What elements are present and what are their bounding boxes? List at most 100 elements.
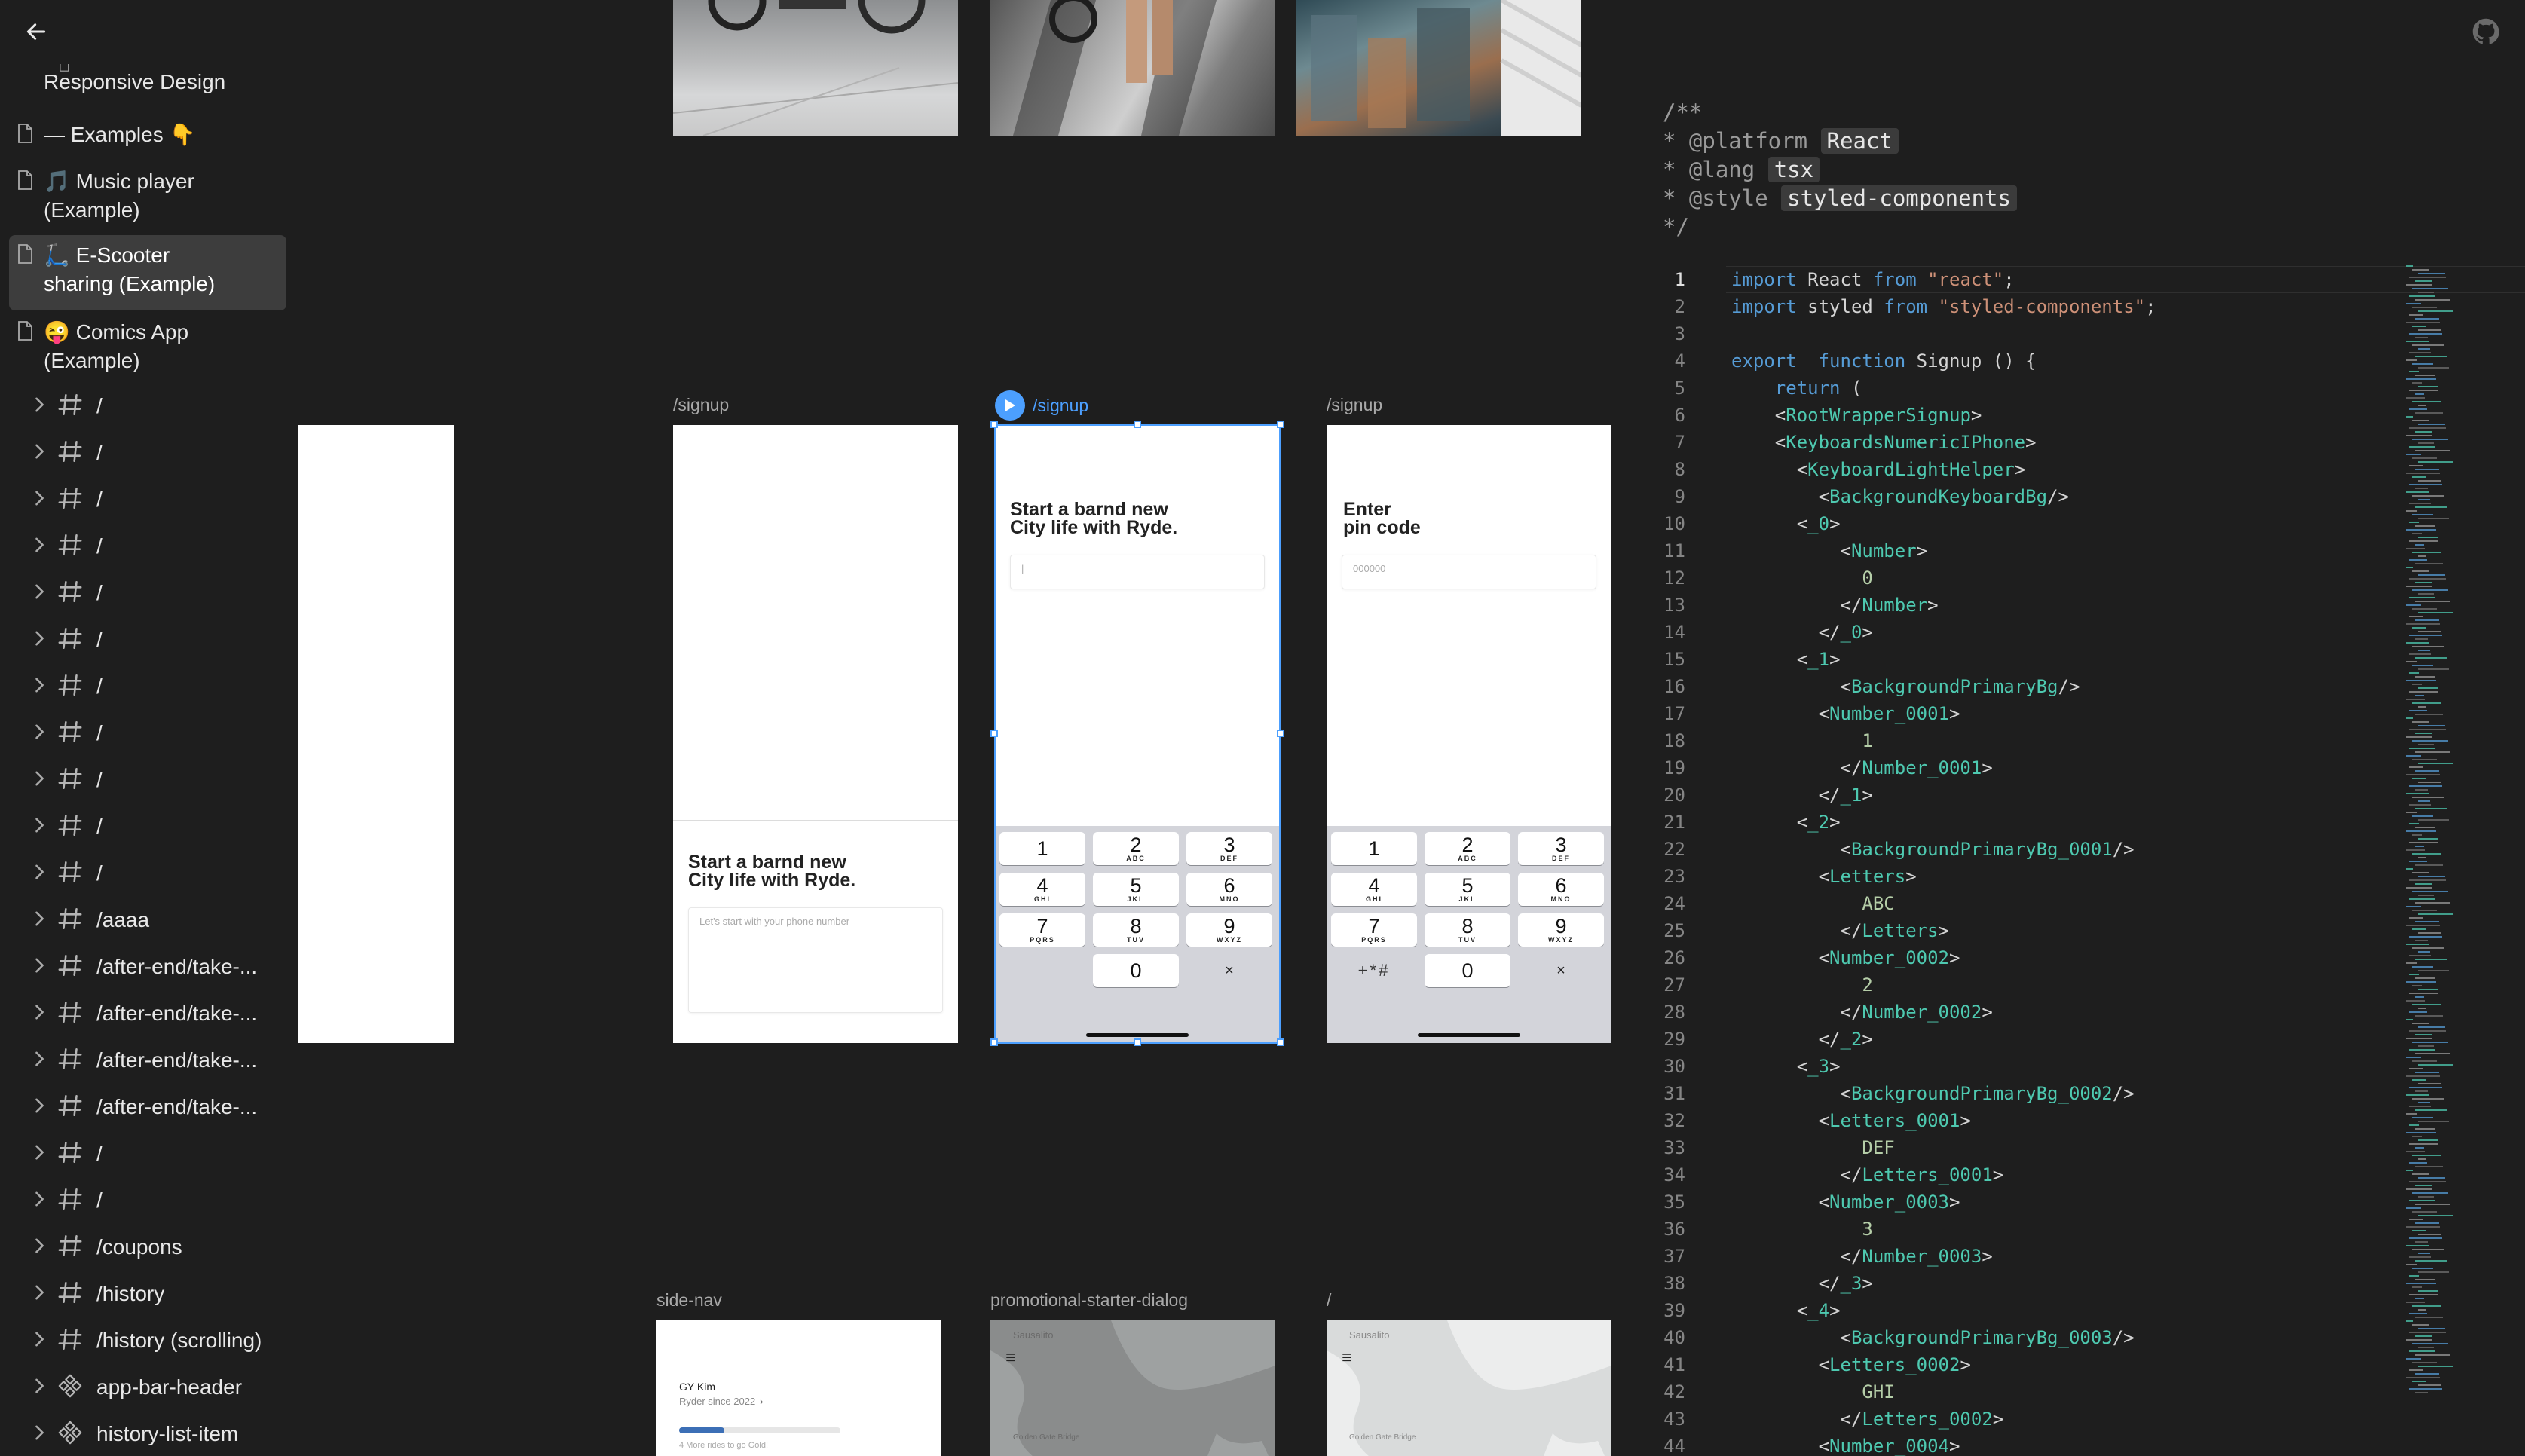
chevron-right-icon[interactable]: [0, 1095, 57, 1120]
chevron-right-icon[interactable]: [0, 674, 57, 699]
key-9[interactable]: 9 WXYZ: [1518, 913, 1604, 947]
blank-frame[interactable]: [298, 425, 454, 1043]
layer-row-0[interactable]: /: [0, 383, 294, 430]
layer-row-16[interactable]: /: [0, 1130, 294, 1177]
chevron-right-icon[interactable]: [0, 861, 57, 886]
key-3[interactable]: 3 DEF: [1186, 832, 1272, 865]
chevron-right-icon[interactable]: [0, 721, 57, 746]
code-line[interactable]: import styled from "styled-components";: [1731, 293, 2156, 320]
code-line[interactable]: 2: [1731, 971, 1872, 999]
chevron-right-icon[interactable]: [0, 1235, 57, 1260]
key-delete[interactable]: ×: [1186, 954, 1272, 987]
key-0[interactable]: 0: [1093, 954, 1179, 987]
photo-riders-shadows[interactable]: [990, 0, 1275, 136]
frame-label-side-nav[interactable]: side-nav: [656, 1290, 722, 1311]
code-line[interactable]: <Letters_0001>: [1731, 1107, 1971, 1134]
resize-handle-br[interactable]: [1277, 1038, 1284, 1046]
photo-scooter-wheels[interactable]: [673, 0, 958, 136]
code-line[interactable]: <BackgroundPrimaryBg_0001/>: [1731, 836, 2134, 863]
frame-label-root[interactable]: /: [1327, 1290, 1331, 1311]
page-item-1[interactable]: — Examples 👇: [9, 121, 286, 155]
key-0[interactable]: 0: [1425, 954, 1510, 987]
code-line[interactable]: import React from "react";: [1731, 266, 2015, 293]
code-line[interactable]: </Number_0002>: [1731, 999, 1992, 1026]
key-delete[interactable]: ×: [1518, 954, 1604, 987]
github-icon[interactable]: [2472, 18, 2504, 50]
layer-row-19[interactable]: /history: [0, 1271, 294, 1317]
frame-label-signup-1[interactable]: /signup: [673, 395, 729, 415]
frame-label-signup-3[interactable]: /signup: [1327, 395, 1382, 415]
key-1[interactable]: 1: [999, 832, 1085, 865]
layer-row-6[interactable]: /: [0, 663, 294, 710]
code-line[interactable]: return (: [1731, 375, 1862, 402]
play-icon[interactable]: [995, 390, 1025, 421]
layer-row-9[interactable]: /: [0, 803, 294, 850]
code-line[interactable]: </_1>: [1731, 782, 1873, 809]
code-line[interactable]: <_3>: [1731, 1053, 1841, 1080]
code-line[interactable]: <KeyboardsNumericIPhone>: [1731, 429, 2037, 456]
code-line[interactable]: export function Signup () {: [1731, 347, 2037, 375]
chevron-right-icon[interactable]: [0, 1329, 57, 1354]
layer-row-12[interactable]: /after-end/take-...: [0, 944, 294, 990]
resize-handle-tc[interactable]: [1134, 421, 1141, 428]
code-line[interactable]: <BackgroundPrimaryBg_0003/>: [1731, 1324, 2134, 1351]
key-6[interactable]: 6 MNO: [1518, 873, 1604, 906]
code-line[interactable]: <Number_0002>: [1731, 944, 1960, 971]
chevron-right-icon[interactable]: [0, 908, 57, 933]
key-9[interactable]: 9 WXYZ: [1186, 913, 1272, 947]
layer-row-11[interactable]: /aaaa: [0, 897, 294, 944]
key-symbols[interactable]: +*#: [1331, 954, 1417, 987]
chevron-right-icon[interactable]: [0, 488, 57, 512]
page-item-4[interactable]: 😜 Comics App (Example): [9, 318, 286, 378]
chevron-right-icon[interactable]: [0, 1188, 57, 1213]
code-line[interactable]: <RootWrapperSignup>: [1731, 402, 1982, 429]
side-nav-frame[interactable]: GY Kim Ryder since 2022 › 4 More rides t…: [656, 1320, 941, 1456]
chevron-right-icon[interactable]: [0, 1142, 57, 1167]
layer-row-17[interactable]: /: [0, 1177, 294, 1224]
code-line[interactable]: <Number_0001>: [1731, 700, 1960, 727]
key-1[interactable]: 1: [1331, 832, 1417, 865]
resize-handle-tr[interactable]: [1277, 421, 1284, 428]
chevron-right-icon[interactable]: [0, 394, 57, 419]
code-line[interactable]: </_2>: [1731, 1026, 1873, 1053]
menu-icon[interactable]: ≡: [1342, 1347, 1352, 1369]
chevron-right-icon[interactable]: [0, 955, 57, 980]
code-line[interactable]: <_0>: [1731, 510, 1841, 537]
code-line[interactable]: 1: [1731, 727, 1872, 754]
key-4[interactable]: 4 GHI: [999, 873, 1085, 906]
layer-row-13[interactable]: /after-end/take-...: [0, 990, 294, 1037]
chevron-right-icon[interactable]: [0, 628, 57, 653]
promo-dialog-map-frame[interactable]: Sausalito ≡ Golden Gate Bridge: [990, 1320, 1275, 1456]
key-5[interactable]: 5 JKL: [1425, 873, 1510, 906]
layer-row-15[interactable]: /after-end/take-...: [0, 1084, 294, 1130]
key-8[interactable]: 8 TUV: [1093, 913, 1179, 947]
key-5[interactable]: 5 JKL: [1093, 873, 1179, 906]
code-line[interactable]: </Letters_0002>: [1731, 1406, 2003, 1433]
code-line[interactable]: <Letters>: [1731, 863, 1917, 890]
code-minimap[interactable]: [2406, 265, 2504, 1456]
chevron-right-icon[interactable]: [0, 815, 57, 840]
chevron-right-icon[interactable]: [0, 1048, 57, 1073]
key-2[interactable]: 2 ABC: [1425, 832, 1510, 865]
phone-number-input[interactable]: Let's start with your phone number: [688, 907, 943, 1013]
layer-row-10[interactable]: /: [0, 850, 294, 897]
resize-handle-bl[interactable]: [990, 1038, 998, 1046]
key-4[interactable]: 4 GHI: [1331, 873, 1417, 906]
chevron-right-icon[interactable]: [0, 1282, 57, 1307]
layer-row-7[interactable]: /: [0, 710, 294, 757]
root-map-frame[interactable]: Sausalito ≡ Golden Gate Bridge: [1327, 1320, 1611, 1456]
code-line[interactable]: <BackgroundPrimaryBg/>: [1731, 673, 2080, 700]
key-8[interactable]: 8 TUV: [1425, 913, 1510, 947]
code-line[interactable]: </Letters_0001>: [1731, 1161, 2003, 1188]
signup-frame-keypad[interactable]: Start a barnd new City life with Ryde. |…: [995, 425, 1280, 1043]
layer-row-21[interactable]: app-bar-header: [0, 1364, 294, 1411]
photo-city-aerial[interactable]: [1296, 0, 1581, 136]
menu-icon[interactable]: ≡: [1005, 1347, 1016, 1369]
layer-row-4[interactable]: /: [0, 570, 294, 616]
resize-handle-mr[interactable]: [1277, 730, 1284, 737]
key-6[interactable]: 6 MNO: [1186, 873, 1272, 906]
chevron-right-icon[interactable]: [0, 768, 57, 793]
code-line[interactable]: <Number>: [1731, 537, 1927, 564]
code-line[interactable]: GHI: [1731, 1378, 1894, 1406]
code-line[interactable]: </Number_0001>: [1731, 754, 1992, 782]
